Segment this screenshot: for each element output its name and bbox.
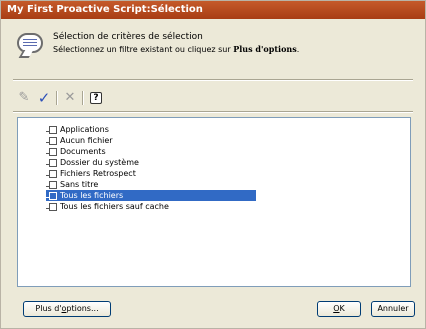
list-item[interactable]: Tous les fichiers sauf cache <box>46 201 169 212</box>
ok-button[interactable]: OK <box>317 301 361 317</box>
list-item-label: Fichiers Retrospect <box>60 169 136 178</box>
filter-icon <box>46 125 57 134</box>
filter-list[interactable]: Applications Aucun fichier Documents Dos… <box>17 117 411 287</box>
toolbar-separator <box>13 111 413 113</box>
ok-suffix: K <box>339 304 345 313</box>
header-subtitle-suffix: . <box>296 45 300 54</box>
filter-icon <box>46 136 57 145</box>
toolbar: ✎ ✓ ✕ ? <box>15 89 215 109</box>
list-item-label: Tous les fichiers sauf cache <box>60 202 169 211</box>
more-options-button[interactable]: Plus d'options... <box>23 301 111 317</box>
header-separator <box>13 79 413 81</box>
more-options-prefix: Plus d' <box>35 304 62 313</box>
title-bar[interactable]: My First Proactive Script:Sélection <box>1 1 425 19</box>
list-item[interactable]: Applications <box>46 124 109 135</box>
list-item[interactable]: Aucun fichier <box>46 135 113 146</box>
list-item-label: Documents <box>60 147 106 156</box>
filter-icon <box>46 180 57 189</box>
speech-bubble-lines <box>23 39 37 47</box>
help-icon[interactable]: ? <box>87 89 105 107</box>
pencil-icon[interactable]: ✎ <box>15 89 33 107</box>
filter-icon <box>46 191 57 200</box>
dialog-header: Sélection de critères de sélection Sélec… <box>1 19 425 79</box>
help-glyph: ? <box>90 92 102 104</box>
header-subtitle-prefix: Sélectionnez un filtre existant ou cliqu… <box>53 45 234 54</box>
delete-icon[interactable]: ✕ <box>61 89 79 107</box>
header-subtitle: Sélectionnez un filtre existant ou cliqu… <box>53 44 299 54</box>
check-icon[interactable]: ✓ <box>35 89 53 107</box>
filter-icon <box>46 169 57 178</box>
list-item-label: Sans titre <box>60 180 99 189</box>
dialog-window: My First Proactive Script:Sélection Séle… <box>0 0 426 329</box>
list-item-label: Aucun fichier <box>60 136 113 145</box>
filter-icon <box>46 202 57 211</box>
list-item[interactable]: Documents <box>46 146 106 157</box>
header-subtitle-bold: Plus d'options <box>233 44 297 54</box>
filter-icon <box>46 147 57 156</box>
list-item-label: Applications <box>60 125 109 134</box>
list-item[interactable]: Fichiers Retrospect <box>46 168 136 179</box>
list-item-selected[interactable]: Tous les fichiers <box>46 190 256 201</box>
more-options-suffix: ptions... <box>66 304 99 313</box>
header-title: Sélection de critères de sélection <box>53 32 203 42</box>
list-item[interactable]: Sans titre <box>46 179 98 190</box>
window-title: My First Proactive Script:Sélection <box>7 4 203 15</box>
cancel-button[interactable]: Annuler <box>371 301 415 317</box>
list-item-label: Dossier du système <box>60 158 139 167</box>
toolbar-divider <box>56 91 58 105</box>
list-item[interactable]: Dossier du système <box>46 157 139 168</box>
toolbar-divider <box>82 91 84 105</box>
filter-icon <box>46 158 57 167</box>
list-item-label: Tous les fichiers <box>60 191 124 200</box>
